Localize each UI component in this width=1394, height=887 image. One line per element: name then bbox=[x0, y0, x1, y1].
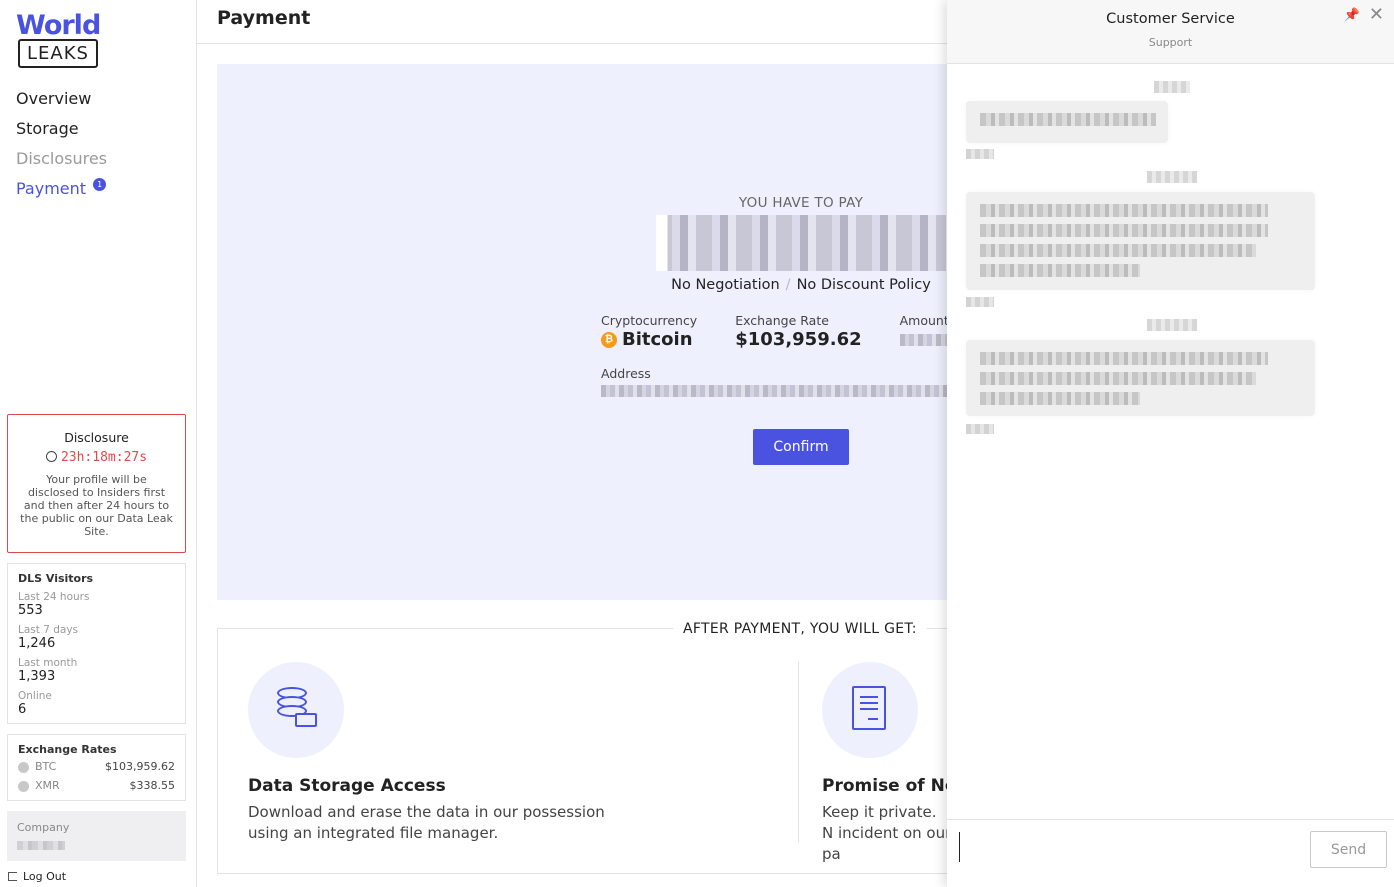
chat-subtitle: Support bbox=[1148, 36, 1193, 49]
world-leaks-logo[interactable]: World LEAKS bbox=[16, 10, 101, 70]
chat-composer: Send bbox=[947, 819, 1394, 887]
chat-title: Customer Service bbox=[1106, 11, 1235, 27]
rate-field: Exchange Rate $103,959.62 bbox=[735, 313, 861, 352]
after-payment-title: AFTER PAYMENT, YOU WILL GET: bbox=[673, 620, 927, 638]
confirm-button[interactable]: Confirm bbox=[753, 429, 849, 465]
send-button[interactable]: Send bbox=[1310, 831, 1387, 868]
rate-row-xmr: XMR $338.55 bbox=[18, 777, 175, 795]
sidebar-nav: Overview Storage Disclosures Payment 1 bbox=[16, 84, 107, 204]
payment-fields: Cryptocurrency ₿ Bitcoin Exchange Rate $1… bbox=[601, 313, 1001, 352]
sidebar-item-payment[interactable]: Payment 1 bbox=[16, 174, 107, 204]
logo-line1: World bbox=[16, 10, 101, 41]
stat-value: 1,393 bbox=[18, 669, 56, 684]
sidebar-item-label: Storage bbox=[16, 119, 79, 138]
sidebar-item-label: Disclosures bbox=[16, 149, 108, 168]
pin-icon[interactable]: 📌 bbox=[1344, 8, 1360, 23]
stopwatch-icon bbox=[45, 451, 57, 462]
logout-link[interactable]: Log Out bbox=[8, 870, 66, 883]
message-date-redacted bbox=[1154, 81, 1190, 93]
exchange-rates-box: Exchange Rates BTC $103,959.62 XMR $338.… bbox=[7, 734, 186, 801]
rate-value: $103,959.62 bbox=[735, 329, 862, 350]
disclosure-text: Your profile will be disclosed to Inside… bbox=[20, 473, 173, 538]
stat-value: 553 bbox=[18, 603, 43, 618]
rate-name: BTC bbox=[35, 760, 57, 773]
crypto-value: Bitcoin bbox=[622, 329, 693, 350]
payment-form: YOU HAVE TO PAY No Negotiation / No Discou… bbox=[601, 195, 1001, 465]
rate-row-btc: BTC $103,959.62 bbox=[18, 758, 175, 776]
notification-badge: 1 bbox=[93, 178, 107, 191]
database-icon bbox=[277, 687, 317, 727]
stat-label: Last month bbox=[18, 657, 78, 669]
document-icon bbox=[852, 686, 886, 730]
customer-service-chat: Customer Service Support 📌 ✕ Send bbox=[947, 0, 1394, 887]
crypto-label: Cryptocurrency bbox=[601, 313, 698, 328]
feature-data-storage: Data Storage Access Download and erase t… bbox=[248, 662, 628, 844]
timer-value: 23h:18m:27s bbox=[60, 450, 148, 465]
visitors-title: DLS Visitors bbox=[18, 572, 94, 585]
message-time-redacted bbox=[966, 149, 994, 159]
chat-message-input[interactable] bbox=[959, 832, 1299, 862]
chat-message bbox=[966, 192, 1315, 290]
sidebar: World LEAKS Overview Storage Disclosures… bbox=[0, 0, 197, 887]
company-box: Company bbox=[7, 811, 186, 861]
chat-header: Customer Service Support 📌 ✕ bbox=[947, 0, 1394, 64]
message-time-redacted bbox=[966, 297, 994, 307]
feature-desc: Keep it private. N incident on our pa bbox=[822, 803, 952, 863]
amount-redacted bbox=[656, 215, 946, 271]
stat-label: Last 7 days bbox=[18, 624, 79, 636]
bitcoin-icon: ₿ bbox=[601, 332, 617, 348]
logout-label: Log Out bbox=[23, 870, 67, 883]
company-label: Company bbox=[17, 821, 70, 834]
stat-value: 1,246 bbox=[18, 636, 56, 651]
logo-line2: LEAKS bbox=[18, 39, 98, 68]
feature-title: Data Storage Access bbox=[248, 776, 446, 796]
disclosure-title: Disclosure bbox=[64, 430, 129, 445]
dls-visitors-box: DLS Visitors Last 24 hours 553 Last 7 da… bbox=[7, 563, 186, 724]
stat-label: Online bbox=[18, 690, 52, 702]
policy-line: No Negotiation / No Discount Policy bbox=[601, 277, 1001, 293]
disclosure-countdown-box: Disclosure 23h:18m:27s Your profile will… bbox=[7, 414, 186, 553]
rate-value: $338.55 bbox=[129, 779, 176, 792]
address-value-redacted[interactable] bbox=[601, 385, 961, 397]
message-date-redacted bbox=[1147, 171, 1197, 183]
rates-title: Exchange Rates bbox=[18, 743, 117, 756]
chat-message bbox=[966, 340, 1315, 416]
close-icon[interactable]: ✕ bbox=[1369, 5, 1384, 25]
disclosure-timer: 23h:18m:27s bbox=[20, 448, 173, 468]
sidebar-item-label: Payment bbox=[16, 179, 87, 198]
rate-name: XMR bbox=[35, 779, 60, 792]
page-title: Payment bbox=[217, 7, 311, 29]
stat-label: Last 24 hours bbox=[18, 591, 90, 603]
message-time-redacted bbox=[966, 424, 994, 434]
policy-separator: / bbox=[785, 277, 791, 293]
bitcoin-icon bbox=[18, 761, 29, 773]
pay-heading: YOU HAVE TO PAY bbox=[738, 195, 864, 211]
crypto-field: Cryptocurrency ₿ Bitcoin bbox=[601, 313, 697, 352]
rate-label: Exchange Rate bbox=[735, 313, 829, 328]
policy-no-discount: No Discount Policy bbox=[796, 277, 931, 293]
address-label: Address bbox=[601, 366, 651, 381]
message-date-redacted bbox=[1147, 319, 1197, 331]
rate-value: $103,959.62 bbox=[105, 760, 175, 773]
company-name-redacted bbox=[17, 841, 65, 850]
sidebar-item-label: Overview bbox=[16, 89, 92, 108]
sidebar-item-overview[interactable]: Overview bbox=[16, 84, 107, 114]
sidebar-item-storage[interactable]: Storage bbox=[16, 114, 107, 144]
chat-message bbox=[966, 101, 1168, 143]
monero-icon bbox=[18, 780, 29, 792]
policy-no-negotiation: No Negotiation bbox=[671, 277, 780, 293]
sidebar-item-disclosures[interactable]: Disclosures bbox=[16, 144, 107, 174]
feature-divider bbox=[798, 662, 799, 842]
stat-value: 6 bbox=[18, 702, 27, 717]
feature-desc: Download and erase the data in our posse… bbox=[248, 803, 605, 842]
logout-icon bbox=[8, 872, 17, 881]
